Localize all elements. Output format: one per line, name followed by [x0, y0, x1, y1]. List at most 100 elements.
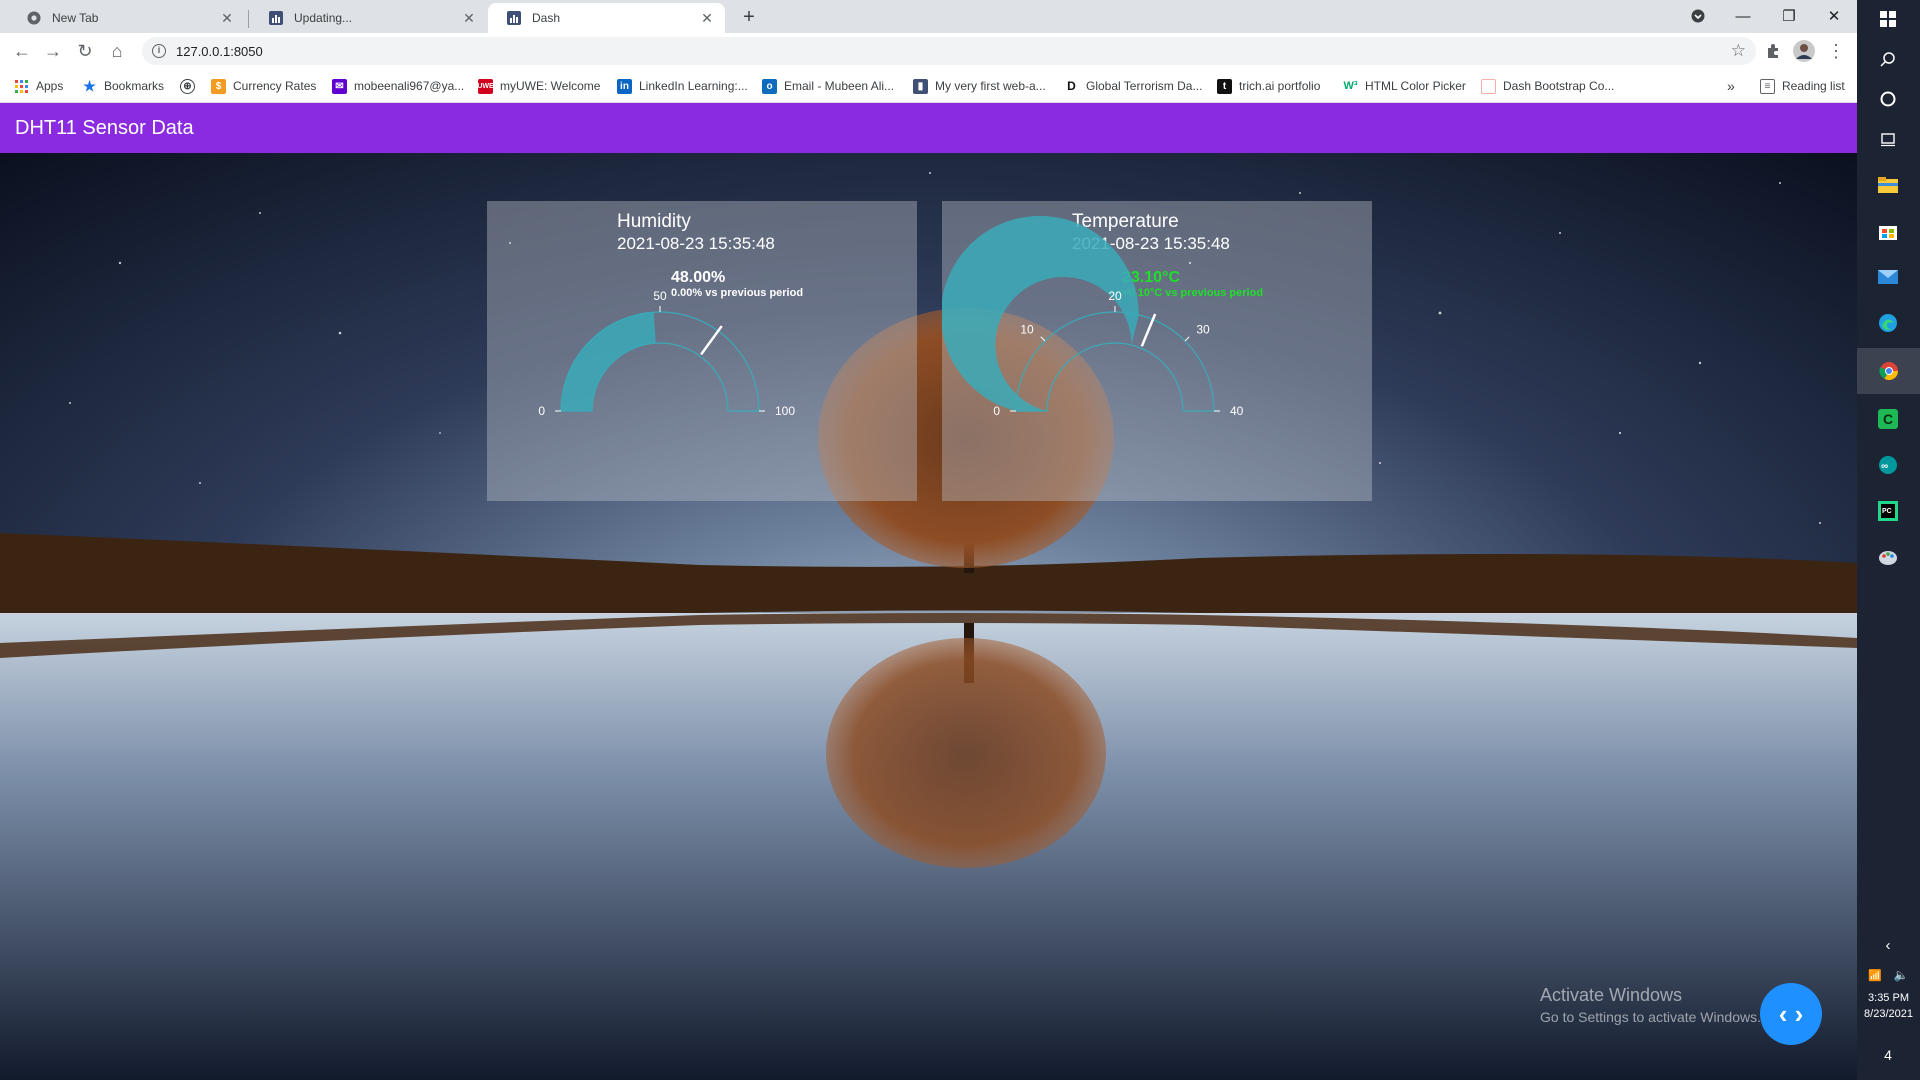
- bookmark-label: Apps: [36, 79, 64, 93]
- gauge-threshold-marker: [1140, 313, 1157, 347]
- tab-search-icon[interactable]: [1676, 2, 1720, 30]
- search-icon[interactable]: [1873, 44, 1903, 74]
- yahoo-mail-icon: ✉: [332, 78, 347, 94]
- bookmark-myuwe[interactable]: UWE myUWE: Welcome: [477, 77, 601, 95]
- gauge-threshold-marker: [700, 325, 723, 356]
- clock-time: 3:35 PM: [1868, 992, 1909, 1004]
- activate-windows-watermark: Activate Windows Go to Settings to activ…: [1540, 985, 1761, 1025]
- arduino-icon[interactable]: ∞: [1873, 450, 1903, 480]
- chrome-icon: [26, 10, 42, 26]
- task-view-icon[interactable]: [1873, 124, 1903, 154]
- temperature-card: Temperature 2021-08-23 15:35:48 23.10°C …: [942, 201, 1372, 501]
- code-chevrons-icon: ‹ ›: [1778, 998, 1804, 1029]
- bookmark-dash-bootstrap[interactable]: Dash Bootstrap Co...: [1481, 77, 1614, 95]
- dash-app-icon: ▮: [913, 78, 928, 94]
- clock-date: 8/23/2021: [1864, 1008, 1913, 1020]
- file-explorer-icon[interactable]: [1873, 170, 1903, 200]
- gauge-tick-label: 0: [538, 404, 545, 418]
- edge-icon[interactable]: [1873, 308, 1903, 338]
- letter-d-icon: D: [1067, 79, 1076, 93]
- gauge-tick-label: 20: [1108, 289, 1122, 303]
- close-icon[interactable]: ✕: [461, 10, 477, 27]
- minimize-icon[interactable]: —: [1721, 2, 1765, 30]
- bookmark-bookmarks[interactable]: ★ Bookmarks: [82, 77, 164, 95]
- svg-text:C: C: [1883, 411, 1893, 427]
- close-icon[interactable]: ✕: [699, 10, 715, 27]
- currency-icon: $: [211, 78, 226, 94]
- humidity-gauge: 0 50 100: [538, 289, 795, 418]
- bookmarks-overflow-button[interactable]: »: [1727, 77, 1735, 95]
- reading-list-button[interactable]: ≡ Reading list: [1760, 77, 1845, 95]
- volume-icon[interactable]: 🔈: [1891, 960, 1911, 990]
- tab-updating[interactable]: Updating... ✕: [250, 3, 487, 33]
- dash-debug-button[interactable]: ‹ ›: [1760, 983, 1822, 1045]
- address-bar[interactable]: i 127.0.0.1:8050 ☆: [142, 37, 1756, 65]
- gauge-tick: [1040, 336, 1046, 342]
- letter-t-icon: t: [1217, 78, 1232, 94]
- gauge-value-bar: [561, 312, 656, 411]
- windows-taskbar: C ∞ PC ‹ 📶 🔈 3:35 PM 8/23/2021 4: [1857, 0, 1920, 1080]
- home-icon[interactable]: ⌂: [105, 39, 129, 63]
- bookmark-color-picker[interactable]: W³ HTML Color Picker: [1343, 77, 1466, 95]
- bookmark-trich[interactable]: t trich.ai portfolio: [1217, 77, 1320, 95]
- bookmarks-bar: Apps ★ Bookmarks ⊕ $ Currency Rates ✉ mo…: [0, 70, 1857, 103]
- camtasia-icon[interactable]: C: [1873, 404, 1903, 434]
- gauge-outline: [1015, 311, 1215, 412]
- system-clock[interactable]: 3:35 PM 8/23/2021: [1857, 990, 1920, 1022]
- bookmark-web-app[interactable]: ▮ My very first web-a...: [913, 77, 1046, 95]
- svg-text:PC: PC: [1882, 508, 1892, 515]
- chrome-taskbar-icon[interactable]: [1857, 348, 1920, 394]
- w3-icon: W³: [1343, 80, 1358, 92]
- watermark-line1: Activate Windows: [1540, 985, 1683, 1005]
- watermark-line2: Go to Settings to activate Windows.: [1540, 1009, 1761, 1025]
- paint-icon[interactable]: [1873, 542, 1903, 572]
- svg-text:∞: ∞: [1881, 461, 1888, 472]
- pycharm-icon[interactable]: PC: [1873, 496, 1903, 526]
- cortana-icon[interactable]: [1873, 84, 1903, 114]
- bookmark-outlook[interactable]: o Email - Mubeen Ali...: [762, 77, 894, 95]
- app-navbar: DHT11 Sensor Data: [0, 103, 1857, 153]
- new-tab-button[interactable]: +: [737, 6, 761, 30]
- site-info-icon[interactable]: i: [152, 44, 166, 58]
- apps-grid-icon: [14, 79, 29, 94]
- microsoft-store-icon[interactable]: [1873, 216, 1903, 246]
- bookmark-label: Global Terrorism Da...: [1086, 79, 1203, 93]
- bookmark-apps[interactable]: Apps: [14, 77, 63, 95]
- forward-icon[interactable]: →: [41, 39, 65, 63]
- tab-dash[interactable]: Dash ✕: [488, 3, 725, 33]
- bookmark-linkedin[interactable]: in LinkedIn Learning:...: [617, 77, 748, 95]
- show-hidden-icons-chevron-icon[interactable]: ‹: [1873, 930, 1903, 960]
- humidity-card: Humidity 2021-08-23 15:35:48 48.00% 0.00…: [487, 201, 917, 501]
- back-icon[interactable]: ←: [10, 39, 34, 63]
- notifications-icon[interactable]: 4: [1873, 1040, 1903, 1070]
- windows-start-icon[interactable]: [1873, 4, 1903, 34]
- tab-new-tab[interactable]: New Tab ✕: [8, 3, 245, 33]
- reading-list-icon: ≡: [1760, 78, 1775, 94]
- bookmark-label: myUWE: Welcome: [500, 79, 601, 93]
- extensions-icon[interactable]: [1761, 39, 1785, 63]
- gauge-value-bar: [942, 215, 1139, 411]
- close-icon[interactable]: ✕: [219, 10, 235, 27]
- profile-avatar[interactable]: [1792, 39, 1816, 63]
- window-close-icon[interactable]: ✕: [1812, 2, 1856, 30]
- bookmark-star-icon[interactable]: ☆: [1731, 41, 1746, 61]
- mail-icon[interactable]: [1873, 262, 1903, 292]
- gauge-tick-label: 40: [1230, 404, 1244, 418]
- gauge-tick-label: 50: [653, 289, 667, 303]
- network-icon[interactable]: 📶: [1865, 960, 1885, 990]
- bookmark-globe[interactable]: ⊕: [180, 77, 202, 95]
- tab-title: Dash: [532, 11, 561, 25]
- bookmark-global-terrorism[interactable]: D Global Terrorism Da...: [1064, 77, 1202, 95]
- menu-kebab-icon[interactable]: ⋮: [1824, 39, 1848, 63]
- reload-icon[interactable]: ↻: [73, 39, 97, 63]
- background-image: [0, 103, 1857, 1080]
- reading-list-label: Reading list: [1782, 79, 1845, 93]
- restore-icon[interactable]: ❐: [1767, 2, 1811, 30]
- app-title: DHT11 Sensor Data: [15, 116, 194, 139]
- temperature-gauge: 0 10 20 30 40: [942, 215, 1244, 418]
- bookmark-yahoo-mail[interactable]: ✉ mobeenali967@ya...: [332, 77, 464, 95]
- bookmark-label: My very first web-a...: [935, 79, 1046, 93]
- bookmark-currency-rates[interactable]: $ Currency Rates: [211, 77, 316, 95]
- linkedin-icon: in: [617, 78, 632, 94]
- bookmark-label: HTML Color Picker: [1365, 79, 1466, 93]
